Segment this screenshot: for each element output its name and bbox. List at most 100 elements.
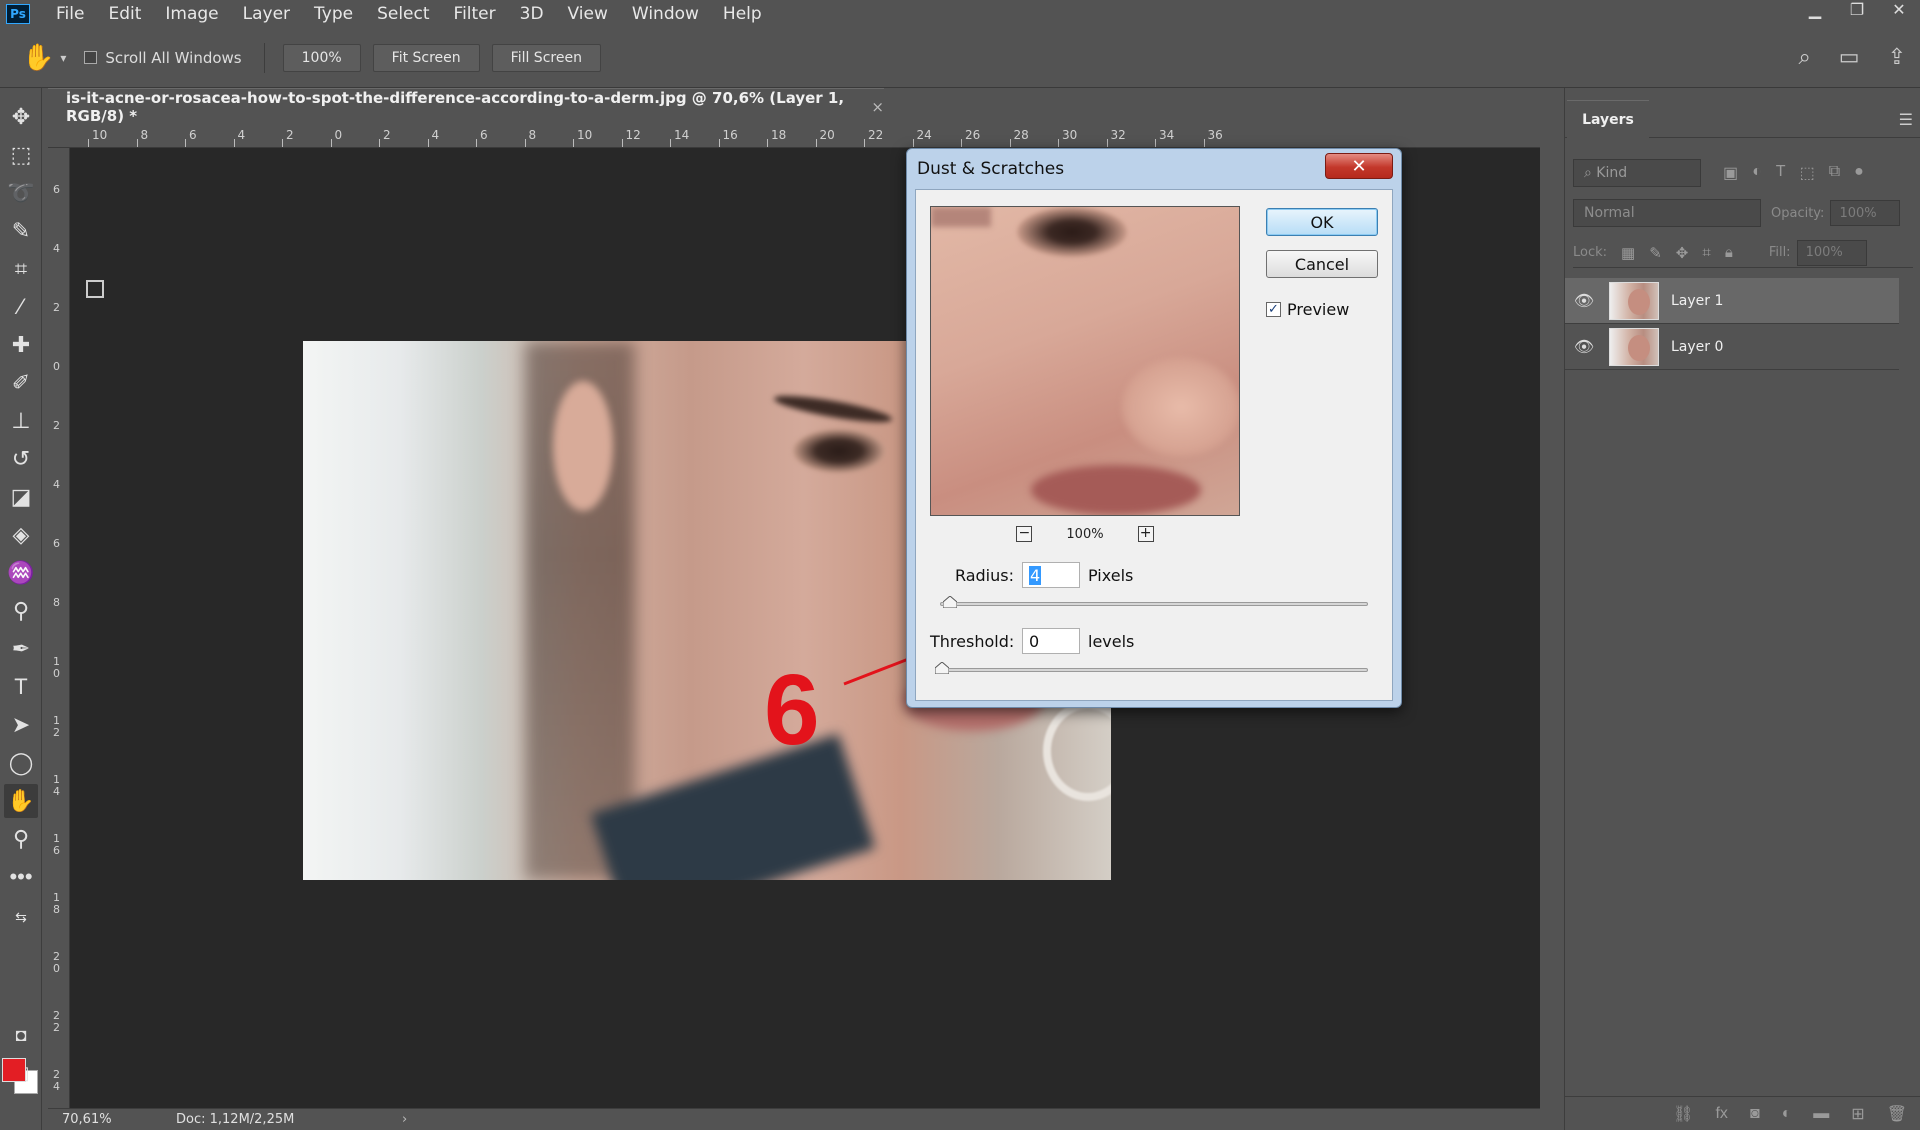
fit-screen-button[interactable]: Fit Screen [372,43,480,72]
adjustment-layer-icon[interactable]: ◐ [1782,1105,1792,1123]
scroll-all-windows-checkbox[interactable]: Scroll All Windows [84,49,242,67]
lock-pixels-icon[interactable]: ✎ [1649,244,1662,262]
dialog-titlebar[interactable]: Dust & Scratches ✕ [907,149,1401,189]
search-icon[interactable]: ⌕ [1798,44,1810,70]
radius-slider[interactable] [940,596,1368,608]
minimize-icon[interactable]: ▁ [1794,0,1836,20]
path-selection-tool-icon[interactable]: ➤ [4,708,38,742]
adjustment-filter-icon[interactable]: ◐ [1752,163,1762,183]
quick-selection-tool-icon[interactable]: ✎ [4,214,38,248]
type-tool-icon[interactable]: T [4,670,38,704]
lock-position-icon[interactable]: ✥ [1676,244,1689,262]
filter-toggle-icon[interactable]: ● [1854,163,1864,183]
opacity-field[interactable]: 100% [1830,200,1901,226]
close-tab-icon[interactable]: × [871,98,884,116]
blur-tool-icon[interactable]: ♒ [4,556,38,590]
dialog-close-button[interactable]: ✕ [1325,153,1393,179]
smart-object-filter-icon[interactable]: ⧉ [1829,163,1840,183]
brush-tool-icon[interactable]: ✐ [4,366,38,400]
menu-image[interactable]: Image [165,4,218,24]
menu-help[interactable]: Help [723,4,762,24]
blend-mode-select[interactable]: Normal [1573,199,1761,227]
layer-style-icon[interactable]: fx [1715,1105,1727,1123]
move-tool-icon[interactable]: ✥ [4,100,38,134]
crop-tool-icon[interactable]: ⌗ [4,252,38,286]
eraser-tool-icon[interactable]: ◪ [4,480,38,514]
ok-button[interactable]: OK [1266,208,1378,236]
chevron-down-icon[interactable]: ▾ [60,51,66,65]
layer-row-layer-1[interactable]: 👁︎ Layer 1 [1565,278,1899,324]
ruler-label: 12 [625,128,641,142]
menu-type[interactable]: Type [314,4,353,24]
workspace-icon[interactable]: ▭ [1839,44,1860,70]
ellipse-tool-icon[interactable]: ◯ [4,746,38,780]
menu-filter[interactable]: Filter [454,4,496,24]
eyedropper-tool-icon[interactable]: ⁄ [4,290,38,324]
menu-layer[interactable]: Layer [243,4,290,24]
ruler-label: 18 [771,128,787,142]
lock-transparency-icon[interactable]: ▦ [1621,244,1635,262]
type-filter-icon[interactable]: T [1776,163,1786,183]
pen-tool-icon[interactable]: ✒ [4,632,38,666]
delete-layer-icon[interactable]: 🗑︎ [1887,1104,1907,1124]
clone-stamp-tool-icon[interactable]: ⊥ [4,404,38,438]
lock-artboard-icon[interactable]: ⌗ [1702,244,1710,262]
check-icon[interactable]: ✓ [1266,302,1281,317]
lasso-tool-icon[interactable]: ➰ [4,176,38,210]
new-group-icon[interactable]: ▬ [1813,1105,1829,1123]
quick-mask-icon[interactable]: ◘ [4,1018,38,1052]
fill-screen-button[interactable]: Fill Screen [491,43,601,72]
pixel-filter-icon[interactable]: ▣ [1723,163,1738,183]
link-layers-icon[interactable]: ⛓ [1673,1104,1693,1124]
checkbox-box[interactable] [84,51,98,64]
add-mask-icon[interactable]: ◙ [1750,1105,1760,1123]
preview-checkbox[interactable]: ✓ Preview [1266,300,1349,319]
history-brush-tool-icon[interactable]: ↺ [4,442,38,476]
panel-menu-icon[interactable]: ☰ [1899,110,1913,130]
document-tab[interactable]: is-it-acne-or-rosacea-how-to-spot-the-di… [48,88,884,125]
status-menu-arrow[interactable]: › [402,1112,407,1127]
menu-3d[interactable]: 3D [520,4,544,24]
restore-icon[interactable]: ❐ [1836,0,1878,20]
zoom-tool-icon[interactable]: ⚲ [4,822,38,856]
zoom-100-button[interactable]: 100% [282,43,361,72]
threshold-input[interactable]: 0 [1022,628,1080,654]
radius-slider-thumb[interactable] [943,596,957,608]
ruler-tick [427,139,429,147]
paint-bucket-tool-icon[interactable]: ◈ [4,518,38,552]
zoom-in-button[interactable]: + [1137,526,1154,542]
new-layer-icon[interactable]: ⊞ [1851,1104,1864,1124]
hand-tool-preset-icon[interactable]: ✋ [22,42,54,73]
cancel-button[interactable]: Cancel [1266,250,1378,278]
dodge-tool-icon[interactable]: ⚲ [4,594,38,628]
menu-select[interactable]: Select [377,4,429,24]
zoom-out-button[interactable]: − [1016,526,1033,542]
layers-tab[interactable]: Layers [1567,100,1649,138]
layer-row-layer-0[interactable]: 👁︎ Layer 0 [1565,324,1899,370]
swap-colors-icon[interactable]: ⇆ [4,900,38,934]
menu-view[interactable]: View [568,4,608,24]
menu-edit[interactable]: Edit [108,4,141,24]
more-tools-icon[interactable]: ••• [4,860,38,894]
share-icon[interactable]: ⇪ [1888,44,1906,70]
visibility-eye-icon[interactable]: 👁︎ [1565,291,1603,311]
marquee-tool-icon[interactable]: ⬚ [4,138,38,172]
visibility-eye-icon[interactable]: 👁︎ [1565,337,1603,357]
status-zoom-level[interactable]: 70,61% [48,1112,134,1127]
status-doc-size: Doc: 1,12M/2,25M [176,1112,295,1127]
threshold-slider-thumb[interactable] [935,662,949,674]
threshold-slider[interactable] [935,662,1368,674]
radius-input[interactable]: 4 [1022,562,1080,588]
kind-filter-select[interactable]: ⌕ Kind [1573,159,1701,187]
hand-tool-icon[interactable]: ✋ [4,784,38,818]
fill-field[interactable]: 100% [1796,239,1867,266]
foreground-color-swatch[interactable] [2,1058,26,1082]
filter-preview[interactable] [930,206,1240,516]
image-region [553,381,613,511]
close-window-icon[interactable]: ✕ [1878,0,1920,20]
shape-filter-icon[interactable]: ⬚ [1800,163,1815,183]
menu-window[interactable]: Window [632,4,699,24]
menu-file[interactable]: File [56,4,84,24]
lock-all-icon[interactable]: 🔒︎ [1725,244,1733,262]
healing-brush-tool-icon[interactable]: ✚ [4,328,38,362]
